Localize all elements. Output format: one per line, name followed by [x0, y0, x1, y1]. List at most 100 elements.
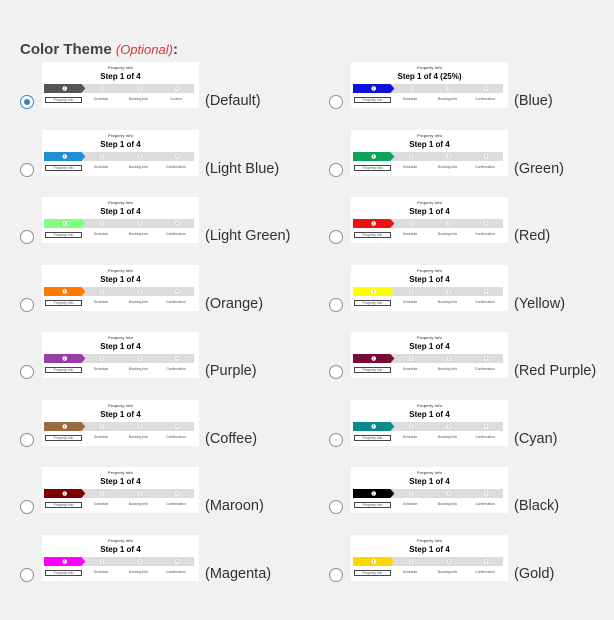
- theme-radio-blue[interactable]: [329, 95, 343, 109]
- preview-step-number: 4: [176, 289, 178, 293]
- theme-radio-green[interactable]: [329, 162, 343, 177]
- theme-option-orange[interactable]: Property Info Step 1 of 4 1 2 3 4 Property Inf…: [20, 264, 263, 312]
- theme-name-orange[interactable]: (Orange): [205, 296, 263, 312]
- preview-progress-bar: 1 2 3 4: [353, 421, 503, 431]
- preview-step-labels: Property Info Schedule Booking Info Confirm: [44, 97, 194, 105]
- preview-step-text: Step 1 of 4: [409, 544, 450, 554]
- theme-preview-light-blue[interactable]: Property Info Step 1 of 4 1 2 3 4 Property Inf…: [42, 129, 199, 176]
- preview-step-label: Schedule: [93, 164, 109, 169]
- theme-radio-black[interactable]: [329, 500, 343, 514]
- theme-name-yellow[interactable]: (Yellow): [514, 296, 565, 312]
- preview-step-number: 4: [176, 222, 178, 226]
- preview-progress-bar: 1 2 3 4: [44, 84, 194, 93]
- theme-name-cyan[interactable]: (Cyan): [514, 431, 558, 447]
- theme-name-gold[interactable]: (Gold): [514, 566, 554, 582]
- theme-radio-gold[interactable]: [329, 567, 343, 582]
- theme-name-green[interactable]: (Green): [514, 161, 564, 177]
- theme-name-default[interactable]: (Default): [205, 93, 261, 109]
- preview-progress-bar: 1 2 3 4: [353, 489, 503, 498]
- theme-option-cyan[interactable]: Property Info Step 1 of 4 1 2 3 4 Property Inf…: [329, 399, 558, 447]
- theme-preview-default[interactable]: Property Info Step 1 of 4 1 2 3 4 Property Inf…: [42, 62, 199, 108]
- preview-step-labels: Property Info Schedule Booking Info Confirm…: [44, 299, 194, 308]
- preview-step-label: Property Info: [45, 569, 82, 576]
- theme-radio-purple[interactable]: [20, 365, 34, 379]
- theme-option-maroon[interactable]: Property Info Step 1 of 4 1 2 3 4 Property Inf…: [20, 467, 264, 514]
- theme-option-black[interactable]: Property Info Step 1 of 4 1 2 3 4 Property Inf…: [329, 467, 559, 514]
- theme-preview-coffee[interactable]: Property Info Step 1 of 4 1 2 3 4 Property Inf…: [42, 399, 199, 446]
- preview-step-labels: Property Info Schedule Booking Info Confirm…: [353, 164, 503, 173]
- theme-preview-light-green[interactable]: Property Info Step 1 of 4 1 2 3 4 Property Inf…: [42, 197, 199, 243]
- preview-step-number: 1: [64, 154, 66, 158]
- theme-name-purple[interactable]: (Purple): [205, 363, 257, 379]
- theme-radio-red[interactable]: [329, 230, 343, 244]
- theme-option-green[interactable]: Property Info Step 1 of 4 1 2 3 4 Property Inf…: [329, 129, 564, 177]
- preview-step-number: 2: [101, 357, 103, 361]
- theme-option-light-blue[interactable]: Property Info Step 1 of 4 1 2 3 4 Property Inf…: [20, 129, 279, 177]
- preview-step-label: Confirmation: [166, 434, 186, 439]
- preview-progress-bar: 1 2 3 4: [44, 151, 194, 161]
- theme-preview-purple[interactable]: Property Info Step 1 of 4 1 2 3 4 Property Inf…: [42, 332, 199, 378]
- theme-radio-light-green[interactable]: [20, 230, 34, 244]
- preview-subtitle: Property Info: [417, 402, 442, 408]
- preview-step-text: Step 1 of 4: [409, 409, 450, 419]
- theme-preview-cyan[interactable]: Property Info Step 1 of 4 1 2 3 4 Property Inf…: [351, 399, 508, 446]
- preview-step-label: Property Info: [45, 164, 82, 171]
- theme-option-magenta[interactable]: Property Info Step 1 of 4 1 2 3 4 Property Inf…: [20, 534, 271, 582]
- theme-name-black[interactable]: (Black): [514, 498, 559, 514]
- theme-preview-magenta[interactable]: Property Info Step 1 of 4 1 2 3 4 Property Inf…: [42, 534, 199, 581]
- theme-name-red[interactable]: (Red): [514, 228, 550, 244]
- preview-step-text: Step 1 of 4: [100, 139, 141, 149]
- theme-radio-maroon[interactable]: [20, 500, 34, 514]
- theme-preview-red[interactable]: Property Info Step 1 of 4 1 2 3 4 Property Inf…: [351, 197, 508, 243]
- theme-name-blue[interactable]: (Blue): [514, 93, 553, 109]
- preview-step-label: Schedule: [93, 232, 109, 236]
- theme-preview-red-purple[interactable]: Property Info Step 1 of 4 1 2 3 4 Property Inf…: [351, 332, 508, 378]
- preview-step-label: Schedule: [402, 232, 418, 236]
- preview-step-number: 3: [448, 289, 450, 293]
- preview-step-text: Step 1 of 4: [100, 274, 141, 284]
- theme-preview-green[interactable]: Property Info Step 1 of 4 1 2 3 4 Property Inf…: [351, 129, 508, 176]
- theme-option-gold[interactable]: Property Info Step 1 of 4 1 2 3 4 Property Inf…: [329, 534, 554, 582]
- theme-radio-light-blue[interactable]: [20, 162, 34, 177]
- preview-step-label: Confirmation: [475, 434, 495, 439]
- theme-radio-cyan[interactable]: [329, 432, 343, 447]
- theme-option-default[interactable]: Property Info Step 1 of 4 1 2 3 4 Property Inf…: [20, 62, 261, 109]
- preview-step-label: Property Info: [45, 434, 82, 441]
- theme-option-red-purple[interactable]: Property Info Step 1 of 4 1 2 3 4 Property Inf…: [329, 332, 596, 379]
- theme-option-yellow[interactable]: Property Info Step 1 of 4 1 2 3 4 Property Inf…: [329, 264, 565, 312]
- preview-step-label: Schedule: [402, 97, 418, 101]
- theme-radio-default[interactable]: [20, 95, 34, 109]
- theme-preview-yellow[interactable]: Property Info Step 1 of 4 1 2 3 4 Property Inf…: [351, 264, 508, 311]
- theme-preview-blue[interactable]: Property Info Step 1 of 4 (25%) 1 2 3 4 Proper…: [351, 62, 508, 108]
- preview-step-number: 3: [139, 154, 141, 158]
- theme-radio-magenta[interactable]: [20, 567, 34, 582]
- theme-name-magenta[interactable]: (Magenta): [205, 566, 271, 582]
- preview-step-number: 3: [448, 357, 450, 361]
- theme-option-blue[interactable]: Property Info Step 1 of 4 (25%) 1 2 3 4 Proper…: [329, 62, 553, 109]
- theme-option-coffee[interactable]: Property Info Step 1 of 4 1 2 3 4 Property Inf…: [20, 399, 257, 447]
- preview-step-label: Confirmation: [166, 569, 186, 574]
- theme-preview-gold[interactable]: Property Info Step 1 of 4 1 2 3 4 Property Inf…: [351, 534, 508, 581]
- theme-radio-red-purple[interactable]: [329, 365, 343, 379]
- theme-radio-yellow[interactable]: [329, 297, 343, 312]
- theme-preview-maroon[interactable]: Property Info Step 1 of 4 1 2 3 4 Property Inf…: [42, 467, 199, 513]
- theme-name-red-purple[interactable]: (Red Purple): [514, 363, 596, 379]
- preview-step-number: 4: [485, 87, 487, 91]
- theme-name-light-blue[interactable]: (Light Blue): [205, 161, 279, 177]
- theme-option-purple[interactable]: Property Info Step 1 of 4 1 2 3 4 Property Inf…: [20, 332, 257, 379]
- theme-option-light-green[interactable]: Property Info Step 1 of 4 1 2 3 4 Property Inf…: [20, 197, 290, 244]
- theme-name-maroon[interactable]: (Maroon): [205, 498, 264, 514]
- preview-subtitle: Property Info: [417, 65, 442, 70]
- theme-radio-coffee[interactable]: [20, 432, 34, 447]
- theme-option-red[interactable]: Property Info Step 1 of 4 1 2 3 4 Property Inf…: [329, 197, 550, 244]
- preview-step-number: 4: [485, 424, 487, 428]
- theme-preview-orange[interactable]: Property Info Step 1 of 4 1 2 3 4 Property Inf…: [42, 264, 199, 311]
- theme-name-light-green[interactable]: (Light Green): [205, 228, 290, 244]
- theme-preview-black[interactable]: Property Info Step 1 of 4 1 2 3 4 Property Inf…: [351, 467, 508, 513]
- preview-step-number: 2: [101, 222, 103, 226]
- preview-step-label: Booking Info: [128, 164, 149, 169]
- preview-step-labels: Property Info Schedule Booking Info Confirm…: [353, 569, 503, 578]
- preview-subtitle: Property Info: [108, 267, 133, 273]
- theme-radio-orange[interactable]: [20, 297, 34, 312]
- theme-name-coffee[interactable]: (Coffee): [205, 431, 257, 447]
